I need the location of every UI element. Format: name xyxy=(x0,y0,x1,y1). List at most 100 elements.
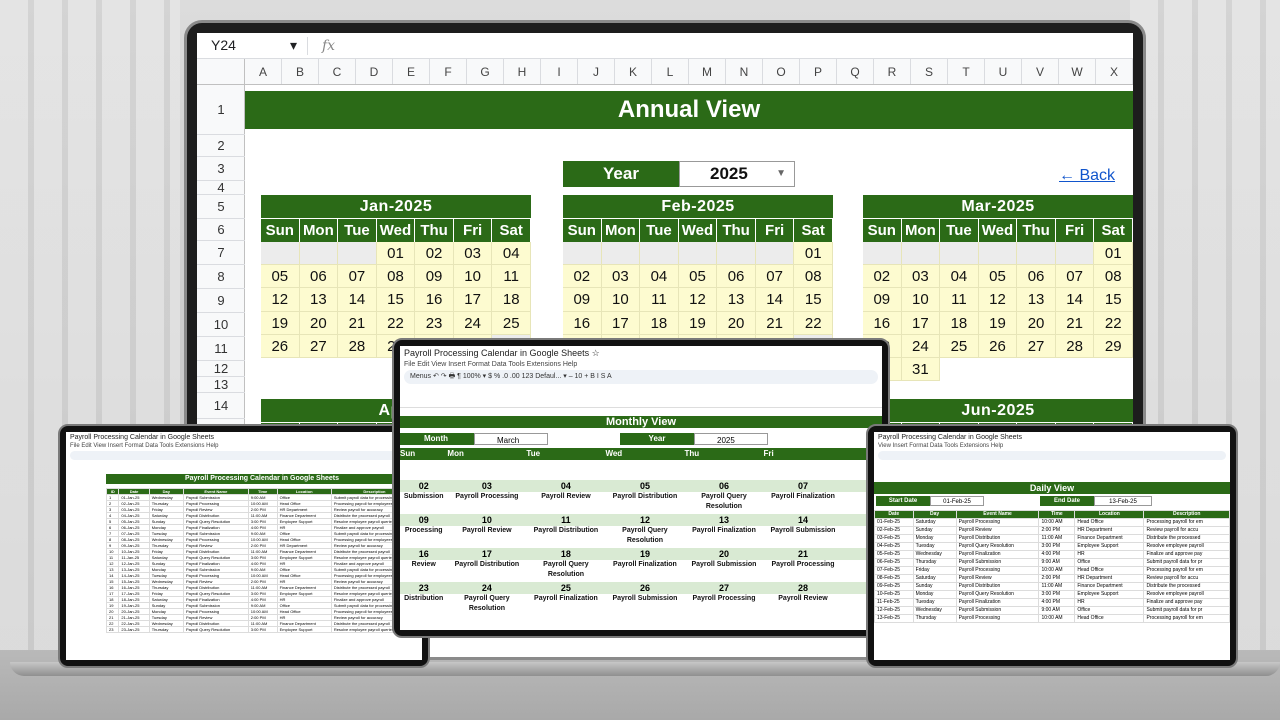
end-date-field[interactable]: 13-Feb-25 xyxy=(1094,496,1152,506)
day-cell[interactable]: 17 xyxy=(901,311,941,335)
table-cell[interactable]: Payroll Query Resolution xyxy=(955,542,1040,551)
year-dropdown[interactable]: 2025 ▼ xyxy=(679,161,795,187)
table-row[interactable]: 12-Feb-25 Wednesday Payroll Submission 9:00… xyxy=(874,606,1230,615)
event-label[interactable]: Payroll Distribution xyxy=(526,526,605,548)
table-cell[interactable]: 10:00 AM xyxy=(1038,566,1076,575)
day-number[interactable]: 10 xyxy=(447,514,527,526)
day-cell[interactable]: 05 xyxy=(678,265,718,289)
table-cell[interactable]: 13-Feb-25 xyxy=(874,614,914,623)
day-number[interactable]: 27 xyxy=(684,582,764,594)
star-icon[interactable]: ☆ xyxy=(592,348,600,358)
day-cell[interactable]: 06 xyxy=(299,265,339,289)
table-cell[interactable]: Employee Support xyxy=(276,626,332,633)
day-cell[interactable]: 07 xyxy=(1055,265,1095,289)
day-cell[interactable]: 08 xyxy=(794,265,833,289)
day-cell[interactable] xyxy=(601,242,641,266)
table-row[interactable]: 8 08-Jan-25 Wednesday Payroll Processing 10:… xyxy=(105,536,419,543)
row-header[interactable]: 11 xyxy=(197,337,245,361)
day-cell[interactable] xyxy=(299,242,339,266)
event-label[interactable]: Payroll Processing xyxy=(447,492,526,514)
table-cell[interactable]: 07-Feb-25 xyxy=(874,566,914,575)
event-label[interactable]: Processing xyxy=(400,526,447,548)
event-label[interactable]: Payroll Finalization xyxy=(526,594,605,616)
day-number[interactable]: 14 xyxy=(763,514,843,526)
month-dropdown[interactable]: March xyxy=(474,433,548,445)
column-header[interactable]: S xyxy=(911,59,948,84)
table-cell[interactable]: 10-Feb-25 xyxy=(874,590,914,599)
day-cell[interactable]: 01 xyxy=(376,242,416,266)
day-cell[interactable]: 01 xyxy=(1094,242,1133,266)
table-cell[interactable]: 11:00 AM xyxy=(1038,534,1076,543)
row-header[interactable]: 9 xyxy=(197,289,245,313)
day-cell[interactable]: 13 xyxy=(1017,288,1056,312)
table-row[interactable]: 02-Feb-25 Sunday Payroll Review 2:00 PM HR D… xyxy=(874,526,1230,535)
day-cell[interactable]: 14 xyxy=(1055,288,1095,312)
table-cell[interactable]: Payroll Review xyxy=(955,526,1040,535)
table-cell[interactable]: HR Department xyxy=(1074,574,1145,583)
column-header[interactable]: R xyxy=(874,59,911,84)
table-cell[interactable]: Payroll Submission xyxy=(955,606,1040,615)
row-header[interactable]: 2 xyxy=(197,135,245,157)
day-cell[interactable] xyxy=(717,242,756,266)
day-cell[interactable]: 29 xyxy=(1094,334,1133,358)
table-cell[interactable]: Payroll Distribution xyxy=(955,582,1040,591)
day-cell[interactable]: 14 xyxy=(338,288,377,312)
table-cell[interactable]: Payroll Query Resolution xyxy=(182,626,249,633)
table-cell[interactable]: Finalize and approve pay xyxy=(1143,598,1230,607)
name-box[interactable]: Y24 ▾ xyxy=(197,37,307,54)
day-cell[interactable]: 02 xyxy=(863,265,902,289)
table-cell[interactable]: 01-Feb-25 xyxy=(874,518,914,527)
column-header[interactable]: X xyxy=(1096,59,1133,84)
day-cell[interactable] xyxy=(1017,242,1056,266)
day-number[interactable]: 03 xyxy=(447,480,527,492)
table-cell[interactable]: Friday xyxy=(912,566,957,575)
year-dropdown[interactable]: 2025 xyxy=(694,433,768,445)
day-cell[interactable]: 22 xyxy=(794,311,833,335)
table-row[interactable]: 03-Feb-25 Monday Payroll Distribution 11:00… xyxy=(874,534,1230,543)
event-label[interactable]: Payroll Submission xyxy=(605,594,684,616)
day-cell[interactable]: 13 xyxy=(717,288,756,312)
table-row[interactable]: 16 16-Jan-25 Thursday Payroll Distribution 1… xyxy=(105,584,419,591)
table-row[interactable]: 11 11-Jan-25 Saturday Payroll Query Resolut… xyxy=(105,554,419,561)
table-cell[interactable]: 12-Feb-25 xyxy=(874,606,914,615)
day-number[interactable]: 09 xyxy=(400,514,448,526)
table-cell[interactable]: Employee Support xyxy=(1074,542,1145,551)
toolbar[interactable] xyxy=(70,451,418,460)
event-label[interactable]: Payroll Query Resolution xyxy=(447,594,526,616)
day-number[interactable]: 02 xyxy=(400,480,448,492)
row-header[interactable]: 3 xyxy=(197,157,245,181)
table-cell[interactable]: Wednesday xyxy=(912,606,957,615)
table-row[interactable]: 13 13-Jan-25 Monday Payroll Submission 9:00 … xyxy=(105,566,419,573)
table-cell[interactable]: Review payroll for accu xyxy=(1143,526,1230,535)
table-cell[interactable]: 23-Jan-25 xyxy=(118,626,150,633)
event-label[interactable]: Submission xyxy=(400,492,447,514)
table-cell[interactable]: Payroll Processing xyxy=(955,518,1040,527)
table-cell[interactable]: Distribute the processed xyxy=(1143,582,1230,591)
table-cell[interactable]: Office xyxy=(1074,558,1145,567)
day-cell[interactable]: 07 xyxy=(755,265,795,289)
day-cell[interactable]: 02 xyxy=(563,265,602,289)
table-cell[interactable]: HR Department xyxy=(1074,526,1145,535)
table-cell[interactable]: Thursday xyxy=(912,558,957,567)
table-row[interactable]: 23 23-Jan-25 Thursday Payroll Query Resolut… xyxy=(105,626,419,633)
table-cell[interactable]: Saturday xyxy=(912,574,957,583)
day-cell[interactable]: 03 xyxy=(453,242,493,266)
column-header[interactable]: G xyxy=(467,59,504,84)
table-cell[interactable]: Monday xyxy=(912,590,957,599)
table-cell[interactable]: Thursday xyxy=(148,626,184,633)
day-cell[interactable] xyxy=(563,242,602,266)
toolbar[interactable] xyxy=(878,451,1226,460)
table-cell[interactable]: 4:00 PM xyxy=(1038,598,1076,607)
table-cell[interactable]: 3:00 PM xyxy=(1038,590,1076,599)
day-cell[interactable]: 15 xyxy=(794,288,833,312)
column-header[interactable]: Q xyxy=(837,59,874,84)
day-cell[interactable]: 04 xyxy=(940,265,979,289)
day-cell[interactable] xyxy=(940,242,979,266)
row-header[interactable]: 10 xyxy=(197,313,245,337)
row-header[interactable]: 14 xyxy=(197,393,245,419)
day-cell[interactable]: 10 xyxy=(453,265,493,289)
event-label[interactable]: Payroll Review xyxy=(763,594,842,616)
day-cell[interactable] xyxy=(901,242,941,266)
day-cell[interactable]: 12 xyxy=(678,288,718,312)
table-cell[interactable]: 10:00 AM xyxy=(1038,518,1076,527)
